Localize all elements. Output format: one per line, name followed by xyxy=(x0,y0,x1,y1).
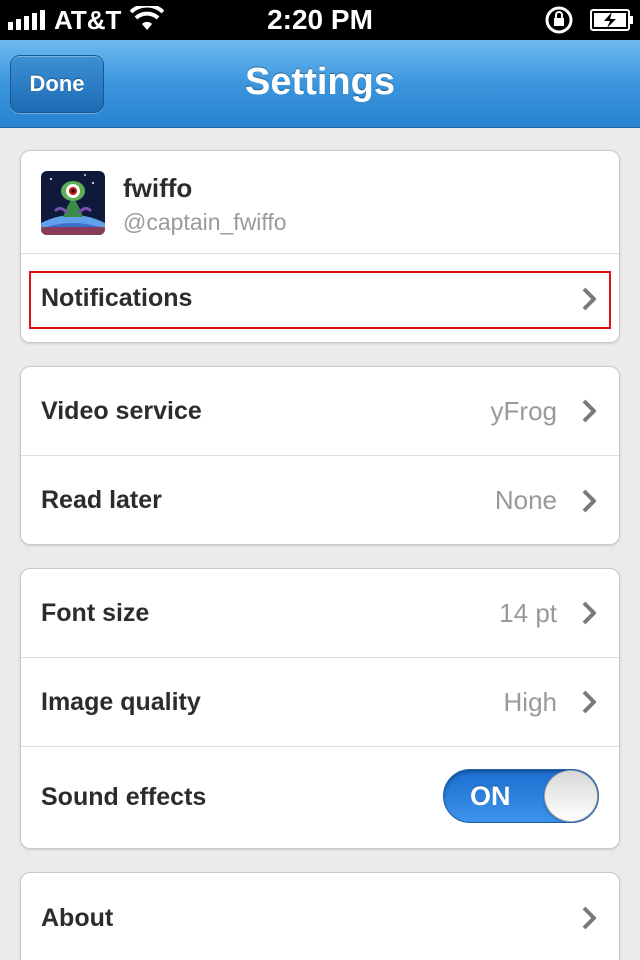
read-later-value: None xyxy=(494,485,557,515)
chevron-right-icon xyxy=(582,489,596,512)
read-later-label: Read later xyxy=(41,486,162,514)
video-service-value: yFrog xyxy=(490,395,557,426)
battery-charging-icon xyxy=(590,9,633,31)
font-size-label: Font size xyxy=(41,598,150,627)
chevron-right-icon xyxy=(582,601,596,625)
account-handle: @captain_fwiffo xyxy=(123,209,287,235)
about-row[interactable]: About xyxy=(21,873,619,960)
video-service-row[interactable]: Video service yFrog xyxy=(21,367,619,456)
notifications-row[interactable]: Notifications xyxy=(21,254,619,342)
display-card: Font size 14 pt Image quality High Sound… xyxy=(20,568,620,849)
font-size-value: 14 pt xyxy=(499,597,557,628)
toggle-state-label: ON xyxy=(470,780,511,811)
chevron-right-icon xyxy=(582,690,596,714)
sound-effects-label: Sound effects xyxy=(41,783,207,811)
notifications-label: Notifications xyxy=(41,284,193,312)
account-row[interactable]: fwiffo @captain_fwiffo xyxy=(21,151,619,254)
status-bar: AT&T 2:20 PM xyxy=(0,0,640,40)
account-name: fwiffo xyxy=(123,173,193,203)
about-card: About xyxy=(20,872,620,960)
sound-effects-toggle[interactable]: ON xyxy=(443,769,599,823)
image-quality-label: Image quality xyxy=(41,687,201,716)
account-card: fwiffo @captain_fwiffo Notifications xyxy=(20,150,620,343)
image-quality-row[interactable]: Image quality High xyxy=(21,658,619,747)
chevron-right-icon xyxy=(582,906,596,930)
chevron-right-icon xyxy=(582,287,596,310)
avatar xyxy=(41,171,105,235)
rotation-lock-icon xyxy=(545,6,573,34)
page-title: Settings xyxy=(245,61,395,103)
image-quality-value: High xyxy=(503,686,557,717)
chevron-right-icon xyxy=(582,399,596,423)
video-service-label: Video service xyxy=(41,396,202,425)
media-card: Video service yFrog Read later None xyxy=(20,366,620,545)
sound-effects-row: Sound effects ON xyxy=(21,747,619,848)
navigation-bar: Done Settings xyxy=(0,40,640,128)
font-size-row[interactable]: Font size 14 pt xyxy=(21,569,619,658)
read-later-row[interactable]: Read later None xyxy=(21,456,619,544)
about-label: About xyxy=(41,903,114,932)
toggle-knob[interactable] xyxy=(544,770,598,822)
